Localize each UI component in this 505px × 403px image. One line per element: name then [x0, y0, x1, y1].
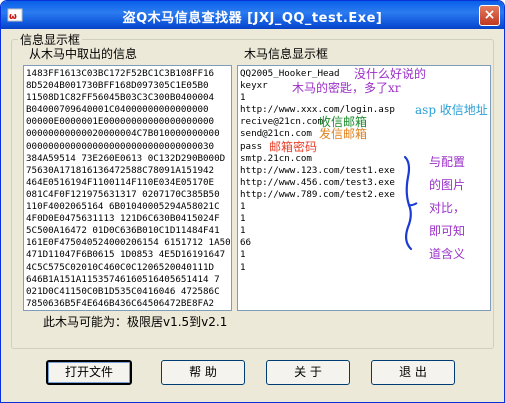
brace-mark-icon	[403, 155, 418, 251]
left-panel-label: 从木马中取出的信息	[29, 47, 138, 61]
side-annotation-line: 即可知	[429, 224, 466, 238]
open-file-button[interactable]: 打开文件	[46, 360, 132, 385]
hex-line: 4F0D0E0475631113 121D6C630B0415024F	[26, 213, 220, 225]
hex-line: 00000000000020000004C7B010000000000	[26, 128, 220, 140]
app-window: ω 盗Q木马信息查找器 [JXJ_QQ_test.Exe] × 信息显示框 从木…	[0, 0, 505, 403]
annotation-note: asp 收信地址	[415, 103, 488, 117]
close-button[interactable]: ×	[479, 5, 500, 26]
hex-lines: 1483FF1613C03BC172F52BC1C3B108FF16 8D5204…	[26, 68, 231, 310]
exit-button[interactable]: 退 出	[371, 360, 455, 385]
hex-line: 75630A171816136472588C78091A151942	[26, 164, 215, 176]
side-annotation-line: 道含义	[429, 247, 466, 261]
hex-line: 4C5C575C02010C460C0C1206520040111D	[26, 261, 215, 273]
hex-line: 464E0516194F1100114F110E034E05170E	[26, 176, 215, 188]
hex-line: 161E0F475040524000206154 6151712 1A50	[26, 237, 231, 249]
annotation-note: 发信邮箱	[319, 127, 368, 141]
hex-line: B04000709640001C04000000000000000	[26, 104, 209, 116]
window-title: 盗Q木马信息查找器 [JXJ_QQ_test.Exe]	[122, 11, 383, 26]
hex-line: 5C500A16472 01D0C636B010C1D11484F41	[26, 225, 220, 237]
side-annotation-line: 对比，	[429, 201, 466, 215]
hex-line: 0000000000000000000000000000000030	[26, 140, 215, 152]
side-annotation: 与配置的图片对比， 即可知道含义	[429, 151, 465, 266]
right-panel-label: 木马信息显示框	[244, 47, 329, 61]
hex-line: 646B1A151A11535746160516405651414 7	[26, 273, 220, 285]
hex-line: 00000E0000001E00000000000000000000	[26, 116, 215, 128]
hex-line: 11508D1C82FF56045B03C3C300B0400004	[26, 92, 215, 104]
annotation-note: 邮箱密码	[269, 140, 318, 154]
status-text: 此木马可能为：极限居v1.5到v2.1	[43, 315, 228, 329]
hex-line: 8D5204B001730BFF168D097305C1E05B0	[26, 80, 209, 92]
hex-line: 384A59514 73E260E0613 0C132D290B000D	[26, 152, 226, 164]
side-annotation-line: 的图片	[429, 178, 466, 192]
extracted-info-textbox[interactable]: 1483FF1613C03BC172F52BC1C3B108FF16 8D5204…	[23, 65, 232, 311]
help-button[interactable]: 帮 助	[161, 360, 245, 385]
hex-line: 021D0C41150C0B1D535C0416046 472586C	[26, 285, 220, 297]
title-bar[interactable]: ω 盗Q木马信息查找器 [JXJ_QQ_test.Exe] ×	[1, 1, 504, 29]
hex-line: 7850636B5F4E646B436C64506472BE8FA2	[26, 297, 215, 309]
side-annotation-line: 与配置	[429, 155, 466, 169]
hex-line: 110F4002065164 6B01040005294A58021C	[26, 201, 220, 213]
hex-line: 471D11047F6B0615 1D0853 4E5D16191647	[26, 249, 226, 261]
hex-line: 081C4F0F121975631317 0207170C385B50	[26, 188, 220, 200]
about-button[interactable]: 关 于	[266, 360, 350, 385]
hex-line: 1483FF1613C03BC172F52BC1C3B108FF16	[26, 68, 215, 79]
annotation-note: 木马的密匙，多了xr	[292, 81, 401, 95]
